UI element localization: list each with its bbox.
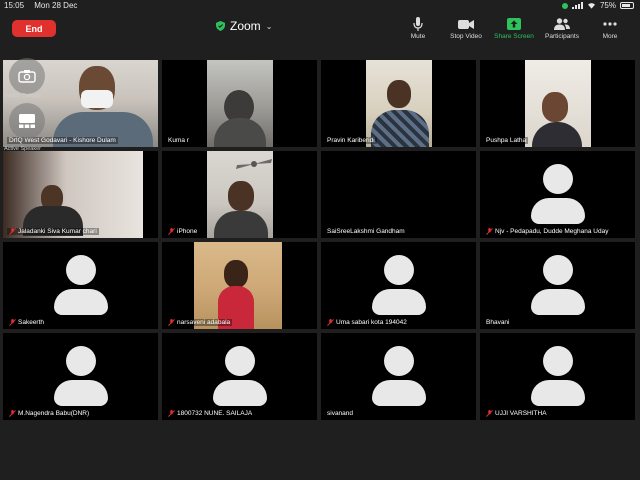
app-title: Zoom [230,19,261,33]
end-button[interactable]: End [12,20,56,37]
video-tile[interactable]: M.Nagendra Babu(DNR) [3,333,158,420]
video-camera-icon [458,19,474,29]
mic-off-icon [9,410,16,417]
participant-name: SaiSreeLakshmi Gandham [325,228,407,235]
video-tile[interactable]: Jaladanki Siva Kumar chari [3,151,158,238]
mic-off-icon [9,319,16,326]
gallery-grid: DrIQ West Godavari - Kishore Dulam Kuma … [3,60,635,420]
layout-icon [19,114,35,128]
recording-dot-icon [561,2,568,9]
mic-off-icon [486,228,493,235]
participant-name: narsaveni adabala [166,319,233,326]
active-speaker-label: Active Speaker [4,146,41,152]
switch-camera-button[interactable] [9,58,45,94]
video-tile[interactable]: Sakeerth [3,242,158,329]
video-tile[interactable]: Uma sabari kota 194042 [321,242,476,329]
mic-icon [413,17,423,31]
participant-name: sivanand [325,410,356,417]
share-screen-icon [507,18,521,30]
participant-shirt [371,110,429,147]
participant-name: Uma sabari kota 194042 [325,319,409,326]
avatar-placeholder [530,346,585,406]
participant-name: iPhone [166,228,200,235]
video-tile[interactable]: narsaveni adabala [162,242,317,329]
participant-name: Jaladanki Siva Kumar chari [7,228,99,235]
avatar-placeholder [371,346,426,406]
participant-face [387,80,411,108]
camera-switch-icon [18,70,36,83]
participant-name: Bhavani [484,319,512,326]
wifi-icon [587,3,595,9]
shield-icon [216,21,225,31]
active-speaker-button[interactable] [9,103,45,139]
switch-camera-label: Switch Camera [4,93,42,99]
participant-name: 1800732 NUNE. SAILAJA [166,410,255,417]
avatar-placeholder [371,255,426,315]
video-tile[interactable]: Njv - Pedapadu, Dudde Meghana Uday [480,151,635,238]
avatar-placeholder [53,255,108,315]
more-dots-icon [603,22,617,26]
mute-label: Mute [410,33,426,40]
participant-name: Pravin Kariberidi [325,137,377,144]
ceiling-fan-icon [236,159,272,169]
face-mask [81,90,113,108]
share-screen-button[interactable]: Share Screen [490,16,538,40]
meeting-title[interactable]: Zoom ⌄ [216,19,272,33]
mic-off-icon [168,319,175,326]
battery-icon [620,2,634,9]
status-bar: 15:05 Mon 28 Dec 75% [0,0,640,12]
mute-button[interactable]: Mute [394,16,442,40]
stop-video-button[interactable]: Stop Video [442,16,490,40]
status-time: 15:05 [4,1,25,10]
video-tile[interactable]: Kuma r [162,60,317,147]
status-date: Mon 28 Dec [34,1,78,10]
video-tile[interactable]: 1800732 NUNE. SAILAJA [162,333,317,420]
video-tile[interactable]: Pravin Kariberidi [321,60,476,147]
stop-video-label: Stop Video [450,33,482,40]
participant-name: Sakeerth [7,319,47,326]
participant-face [542,92,568,122]
participant-name: M.Nagendra Babu(DNR) [7,410,92,417]
participants-icon [554,18,570,30]
participant-name: UJJI VARSHITHA [484,410,549,417]
avatar-placeholder [53,346,108,406]
chevron-down-icon: ⌄ [265,21,273,31]
mic-off-icon [9,228,16,235]
participant-name: Njv - Pedapadu, Dudde Meghana Uday [484,228,611,235]
avatar-placeholder [212,346,267,406]
participant-face [228,181,254,211]
mic-off-icon [327,319,334,326]
video-tile[interactable]: sivanand [321,333,476,420]
signal-icon [571,2,583,9]
mic-off-icon [486,410,493,417]
video-tile[interactable]: Bhavani [480,242,635,329]
share-screen-label: Share Screen [494,33,534,40]
participant-name: Pushpa Latha [484,137,529,144]
avatar-placeholder [530,255,585,315]
participant-face [224,260,248,288]
avatar-placeholder [530,164,585,224]
meeting-toolbar: Mute Stop Video Share Screen Participant… [394,16,634,40]
video-tile[interactable]: Pushpa Latha [480,60,635,147]
video-tile[interactable]: UJJI VARSHITHA [480,333,635,420]
video-tile[interactable]: iPhone [162,151,317,238]
participant-name: Kuma r [166,137,191,144]
participants-button[interactable]: Participants [538,16,586,40]
video-tile[interactable]: SaiSreeLakshmi Gandham [321,151,476,238]
mic-off-icon [168,410,175,417]
mic-off-icon [168,228,175,235]
participant-shirt [214,211,268,238]
participants-label: Participants [545,33,579,40]
more-button[interactable]: More [586,16,634,40]
battery-percent: 75% [599,1,616,10]
more-label: More [602,33,618,40]
